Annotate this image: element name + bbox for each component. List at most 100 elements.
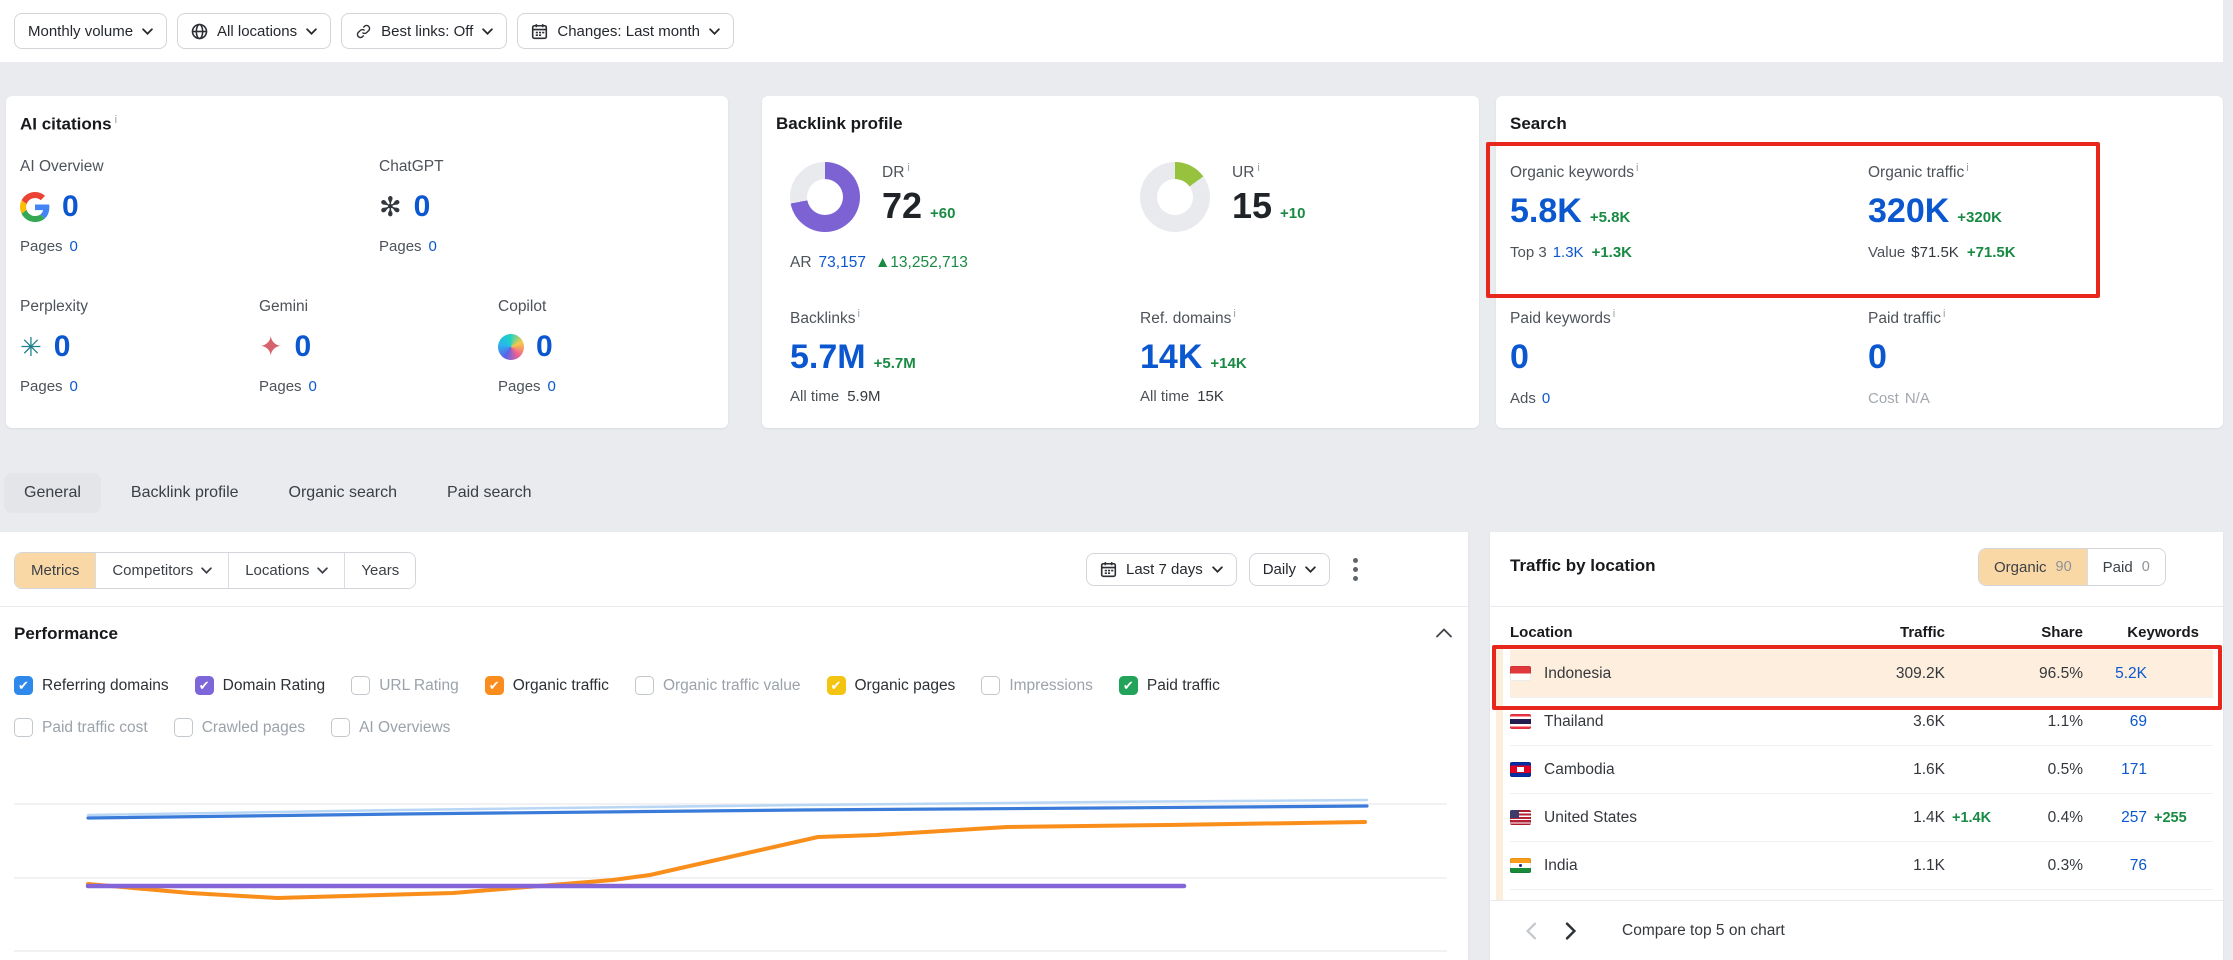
ads-count-link[interactable]: 0 [1542,390,1550,407]
dr-donut-chart [790,162,860,232]
dr-value: 72 [882,185,922,226]
locations-dropdown[interactable]: All locations [177,13,331,49]
tab-paid-search[interactable]: Paid search [427,473,552,513]
gemini-icon: ✦ [259,333,282,361]
paid-traffic-value-link[interactable]: 0 [1868,338,1887,376]
pages-count-link[interactable]: 0 [429,238,437,255]
more-options-kebab-icon[interactable] [1342,555,1368,585]
checkbox-domain-rating[interactable]: Domain Rating [195,676,326,695]
compare-top5-button[interactable]: Compare top 5 on chart [1622,922,1785,940]
checkbox-paid-traffic[interactable]: Paid traffic [1119,676,1220,695]
best-links-dropdown[interactable]: Best links: Off [341,13,507,49]
next-page-icon[interactable] [1564,922,1578,940]
segment-metrics[interactable]: Metrics [15,553,96,588]
paid-traffic-block: Paid traffici 0 CostN/A [1868,308,1945,407]
search-card: Search Organic keywordsi 5.8K+5.8K Top 3… [1496,96,2223,428]
ref-domains-value-link[interactable]: 14K [1140,338,1202,376]
organic-keywords-block: Organic keywordsi 5.8K+5.8K Top 31.3K+1.… [1510,162,1639,261]
row-accent-strip [1496,648,1503,900]
table-row-united-states[interactable]: United States 1.4K +1.4K 0.4% 257 +255 [1510,794,2213,842]
changes-dropdown[interactable]: Changes: Last month [517,13,734,49]
paid-keywords-value-link[interactable]: 0 [1510,338,1529,376]
ai-item-copilot: Copilot 0 Pages0 [498,298,728,395]
pages-count-link[interactable]: 0 [70,378,78,395]
keywords-count-link[interactable]: 257 [2083,809,2147,827]
checkbox-crawled-pages[interactable]: Crawled pages [174,718,305,737]
organic-traffic-value-link[interactable]: 320K [1868,192,1949,230]
pages-count-link[interactable]: 0 [548,378,556,395]
chevron-down-icon [142,28,153,35]
checkbox-url-rating[interactable]: URL Rating [351,676,459,695]
chart-line-referring-domains [88,806,1367,818]
divider [0,606,1468,607]
table-row-cambodia[interactable]: Cambodia 1.6K 0.5% 171 [1510,746,2213,794]
table-row-indonesia[interactable]: Indonesia 309.2K 96.5% 5.2K [1510,650,2213,698]
ur-value: 15 [1232,185,1272,226]
keywords-count-link[interactable]: 5.2K [2083,665,2147,683]
pages-count-link[interactable]: 0 [70,238,78,255]
organic-keywords-value-link[interactable]: 5.8K [1510,192,1582,230]
checkbox-organic-traffic-value[interactable]: Organic traffic value [635,676,801,695]
tab-general[interactable]: General [4,473,101,513]
collapse-section-icon[interactable] [1436,628,1452,638]
ahrefs-rank-link[interactable]: 73,157 [819,254,866,271]
info-icon: i [1943,308,1945,320]
segment-locations[interactable]: Locations [229,553,345,588]
tab-organic-search[interactable]: Organic search [269,473,418,513]
ref-domains-delta: +14K [1210,355,1246,372]
ai-item-gemini: Gemini ✦ 0 Pages0 [259,298,489,395]
checkbox-box [827,676,846,695]
checkbox-impressions[interactable]: Impressions [981,676,1093,695]
keywords-count-link[interactable]: 171 [2083,761,2147,779]
info-icon: i [857,308,859,320]
openai-icon: ✻ [379,194,402,221]
copilot-count-link[interactable]: 0 [536,330,553,364]
info-icon: i [1613,308,1615,320]
changes-label: Changes: Last month [557,23,700,40]
top3-keywords-link[interactable]: 1.3K [1553,244,1584,261]
checkbox-organic-pages[interactable]: Organic pages [827,676,956,695]
toggle-paid[interactable]: Paid0 [2087,549,2165,585]
checkbox-referring-domains[interactable]: Referring domains [14,676,169,695]
table-row-india[interactable]: India 1.1K 0.3% 76 [1510,842,2213,890]
checkbox-box [331,718,350,737]
table-row-thailand[interactable]: Thailand 3.6K 1.1% 69 [1510,698,2213,746]
pages-count-link[interactable]: 0 [309,378,317,395]
calendar-icon [531,23,548,40]
backlinks-value-link[interactable]: 5.7M [790,338,866,376]
segment-competitors[interactable]: Competitors [96,553,229,588]
ai-item-ai-overview: AI Overview 0 Pages0 [20,158,250,255]
divider [1490,606,2223,607]
tab-backlink-profile[interactable]: Backlink profile [111,473,259,513]
ai-overview-count-link[interactable]: 0 [62,190,79,224]
chevron-down-icon [482,28,493,35]
checkbox-box [981,676,1000,695]
keywords-count-link[interactable]: 69 [2083,713,2147,731]
segment-years[interactable]: Years [345,553,415,588]
chatgpt-count-link[interactable]: 0 [414,190,431,224]
flag-thailand-icon [1510,714,1531,729]
metric-checkbox-row: Paid traffic cost Crawled pages AI Overv… [14,718,450,737]
view-segmented-control: Metrics Competitors Locations Years [14,552,416,589]
perplexity-count-link[interactable]: 0 [54,330,71,364]
url-rating-block: URi 15+10 [1140,162,1306,232]
checkbox-organic-traffic[interactable]: Organic traffic [485,676,609,695]
checkbox-ai-overviews[interactable]: AI Overviews [331,718,450,737]
keywords-count-link[interactable]: 76 [2083,857,2147,875]
traffic-table-header: Location Traffic Share Keywords [1510,616,2213,648]
granularity-dropdown[interactable]: Daily [1249,553,1330,586]
monthly-volume-dropdown[interactable]: Monthly volume [14,13,167,49]
traffic-by-location-panel: Traffic by location Organic90 Paid0 Loca… [1490,532,2223,960]
checkbox-box [195,676,214,695]
ai-citations-card: AI citationsi AI Overview 0 Pages0 ChatG… [6,96,728,428]
toggle-organic[interactable]: Organic90 [1979,549,2087,585]
backlink-profile-title: Backlink profile [776,114,903,134]
date-range-dropdown[interactable]: Last 7 days [1086,553,1237,586]
checkbox-paid-traffic-cost[interactable]: Paid traffic cost [14,718,148,737]
info-icon: i [907,162,909,174]
previous-page-icon[interactable] [1524,922,1538,940]
ur-donut-chart [1140,162,1210,232]
gemini-count-link[interactable]: 0 [294,330,311,364]
checkbox-box [485,676,504,695]
checkbox-box [635,676,654,695]
